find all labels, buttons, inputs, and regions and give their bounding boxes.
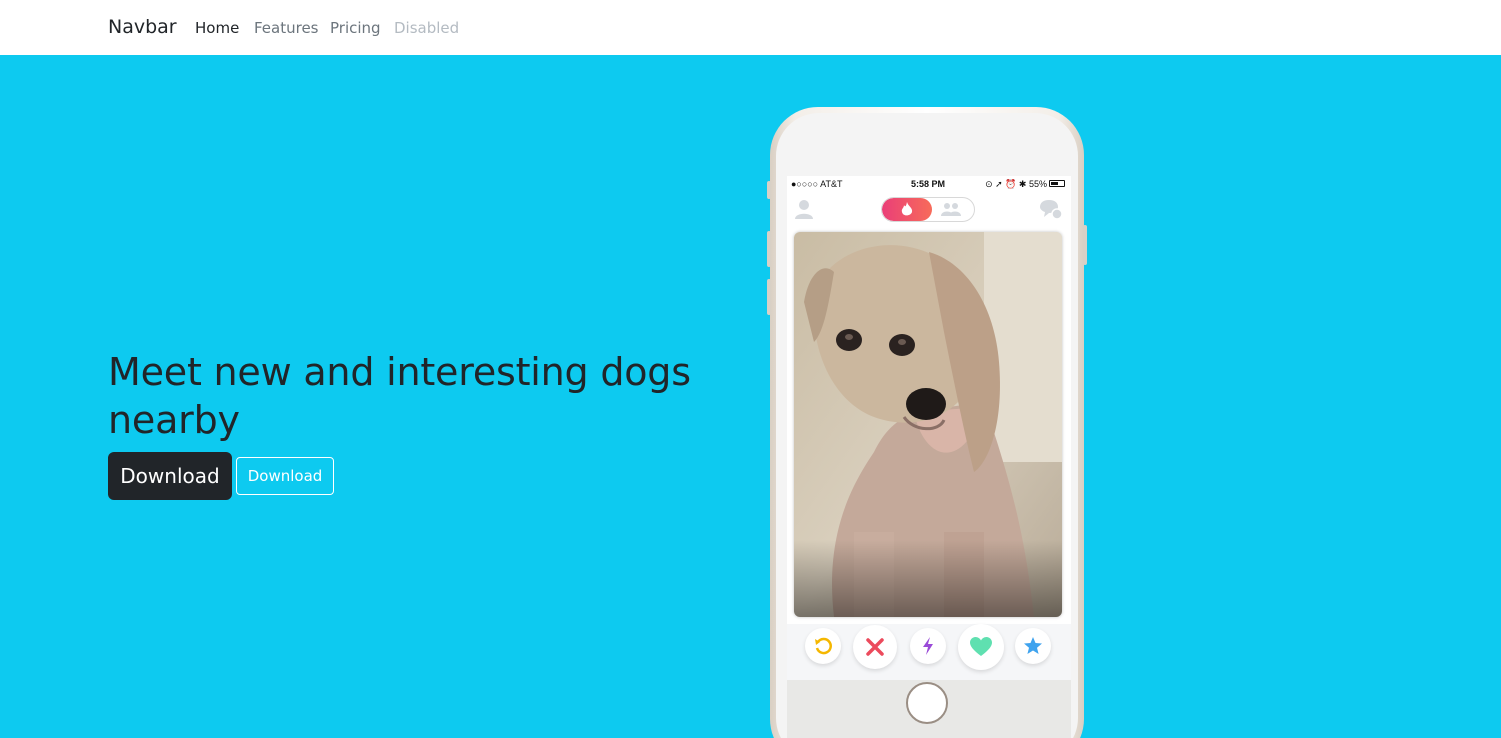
- star-icon: [1024, 637, 1042, 654]
- navbar-brand[interactable]: Navbar: [108, 16, 177, 38]
- action-bar: [787, 624, 1071, 680]
- like-button[interactable]: [958, 624, 1004, 670]
- download-button-outline[interactable]: Download: [236, 457, 334, 495]
- download-button-primary[interactable]: Download: [108, 452, 232, 500]
- navbar: Navbar Home Features Pricing Disabled: [0, 0, 1501, 55]
- boost-button[interactable]: [910, 628, 946, 664]
- nav-link-features[interactable]: Features: [254, 19, 319, 37]
- rewind-icon: [815, 637, 832, 655]
- user-icon[interactable]: [793, 198, 815, 220]
- super-like-button[interactable]: [1015, 628, 1051, 664]
- nav-link-pricing[interactable]: Pricing: [330, 19, 381, 37]
- nav-link-disabled: Disabled: [394, 19, 460, 37]
- mode-toggle-active[interactable]: [882, 198, 932, 221]
- phone-mute-switch: [767, 181, 771, 199]
- phone-volume-up: [767, 231, 771, 267]
- nope-button[interactable]: [853, 625, 897, 669]
- status-time: 5:58 PM: [911, 179, 946, 189]
- group-icon[interactable]: [940, 202, 962, 216]
- rewind-button[interactable]: [805, 628, 841, 664]
- battery-icon: [1049, 180, 1065, 187]
- dog-photo-card[interactable]: [794, 232, 1062, 617]
- flame-icon: [901, 202, 913, 216]
- phone-screen: ●○○○○ AT&T 5:58 PM ⊙ ➚ ⏰ ✱ 55%: [787, 176, 1071, 680]
- bolt-icon: [923, 637, 933, 655]
- phone-power-button: [1083, 225, 1087, 265]
- close-icon: [866, 638, 884, 656]
- hero-headline-line2: nearby: [108, 398, 240, 442]
- hero-headline: Meet new and interesting dogs nearby: [108, 348, 708, 444]
- dog-photo: [794, 232, 1062, 617]
- phone-home-button[interactable]: [906, 682, 948, 724]
- mode-toggle[interactable]: [881, 197, 975, 222]
- status-carrier: ●○○○○ AT&T: [791, 179, 843, 189]
- heart-icon: [970, 637, 992, 656]
- status-bar: ●○○○○ AT&T 5:58 PM ⊙ ➚ ⏰ ✱ 55%: [787, 176, 1071, 192]
- nav-link-home[interactable]: Home: [195, 19, 239, 37]
- status-battery-text: ⊙ ➚ ⏰ ✱ 55%: [985, 179, 1047, 189]
- hero-headline-line1: Meet new and interesting dogs: [108, 350, 691, 394]
- app-top-bar: [787, 194, 1071, 226]
- status-battery-percent: 55%: [1028, 179, 1047, 189]
- chat-icon[interactable]: [1039, 199, 1063, 221]
- phone-volume-down: [767, 279, 771, 315]
- hero-section: Meet new and interesting dogs nearby Dow…: [0, 55, 1501, 738]
